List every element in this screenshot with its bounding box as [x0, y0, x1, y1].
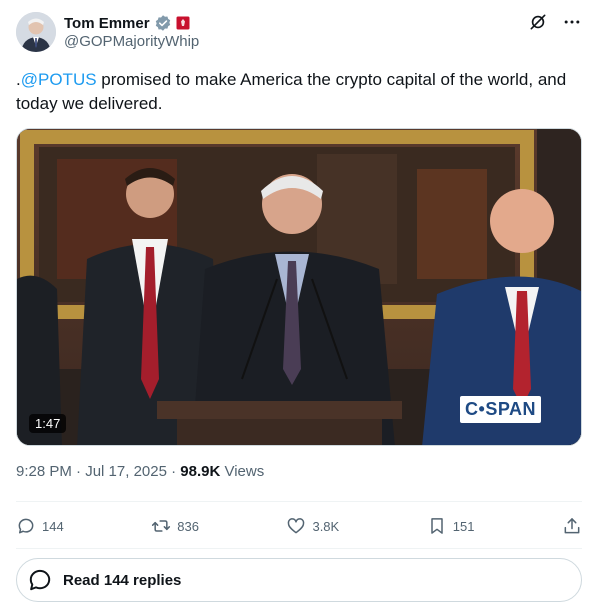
tweet-time[interactable]: 9:28 PM — [16, 463, 72, 480]
author-name-row: Tom Emmer — [64, 13, 190, 33]
grok-icon[interactable] — [528, 12, 548, 32]
video-player[interactable]: 1:47 C•SPAN — [16, 128, 582, 446]
reply-count: 144 — [42, 518, 64, 534]
share-icon — [564, 518, 580, 534]
view-count: 98.9K — [180, 463, 221, 480]
mention-link[interactable]: @POTUS — [21, 70, 97, 89]
top-actions — [528, 12, 582, 32]
divider — [16, 501, 582, 502]
verified-badge-icon — [155, 15, 170, 31]
affiliation-badge-icon — [176, 16, 190, 30]
video-duration: 1:47 — [29, 414, 67, 433]
read-replies-label: Read 144 replies — [63, 571, 182, 589]
tweet-body: promised to make America the crypto capi… — [16, 70, 567, 113]
more-options-icon[interactable] — [562, 12, 582, 32]
reply-button[interactable]: 144 — [16, 516, 64, 536]
tweet-meta: 9:28 PM · Jul 17, 2025 · 98.9K Views — [16, 463, 264, 480]
bookmark-icon — [431, 518, 443, 534]
reply-icon — [29, 569, 51, 591]
author-name[interactable]: Tom Emmer — [64, 15, 150, 32]
tweet-date[interactable]: Jul 17, 2025 — [85, 463, 167, 480]
repost-button[interactable]: 836 — [151, 516, 199, 536]
divider — [16, 548, 582, 549]
meta-separator: · — [166, 463, 181, 480]
repost-count: 836 — [177, 518, 199, 534]
bookmark-button[interactable]: 151 — [427, 516, 475, 536]
heart-icon — [288, 518, 305, 534]
cspan-watermark: C•SPAN — [460, 396, 541, 423]
like-button[interactable]: 3.8K — [286, 516, 339, 536]
avatar-image — [16, 12, 56, 52]
views-label: Views — [220, 463, 265, 480]
meta-separator: · — [71, 463, 86, 480]
like-count: 3.8K — [312, 518, 340, 534]
reply-icon — [18, 518, 34, 534]
tweet-text: .@POTUS promised to make America the cry… — [16, 68, 582, 116]
action-bar: 144 836 3.8K 151 — [16, 512, 582, 540]
author-handle[interactable]: @GOPMajorityWhip — [64, 33, 199, 50]
bookmark-count: 151 — [452, 518, 475, 534]
repost-icon — [152, 520, 171, 532]
read-replies-button[interactable]: Read 144 replies — [16, 558, 582, 602]
avatar[interactable] — [16, 12, 56, 52]
share-button[interactable] — [562, 516, 582, 536]
